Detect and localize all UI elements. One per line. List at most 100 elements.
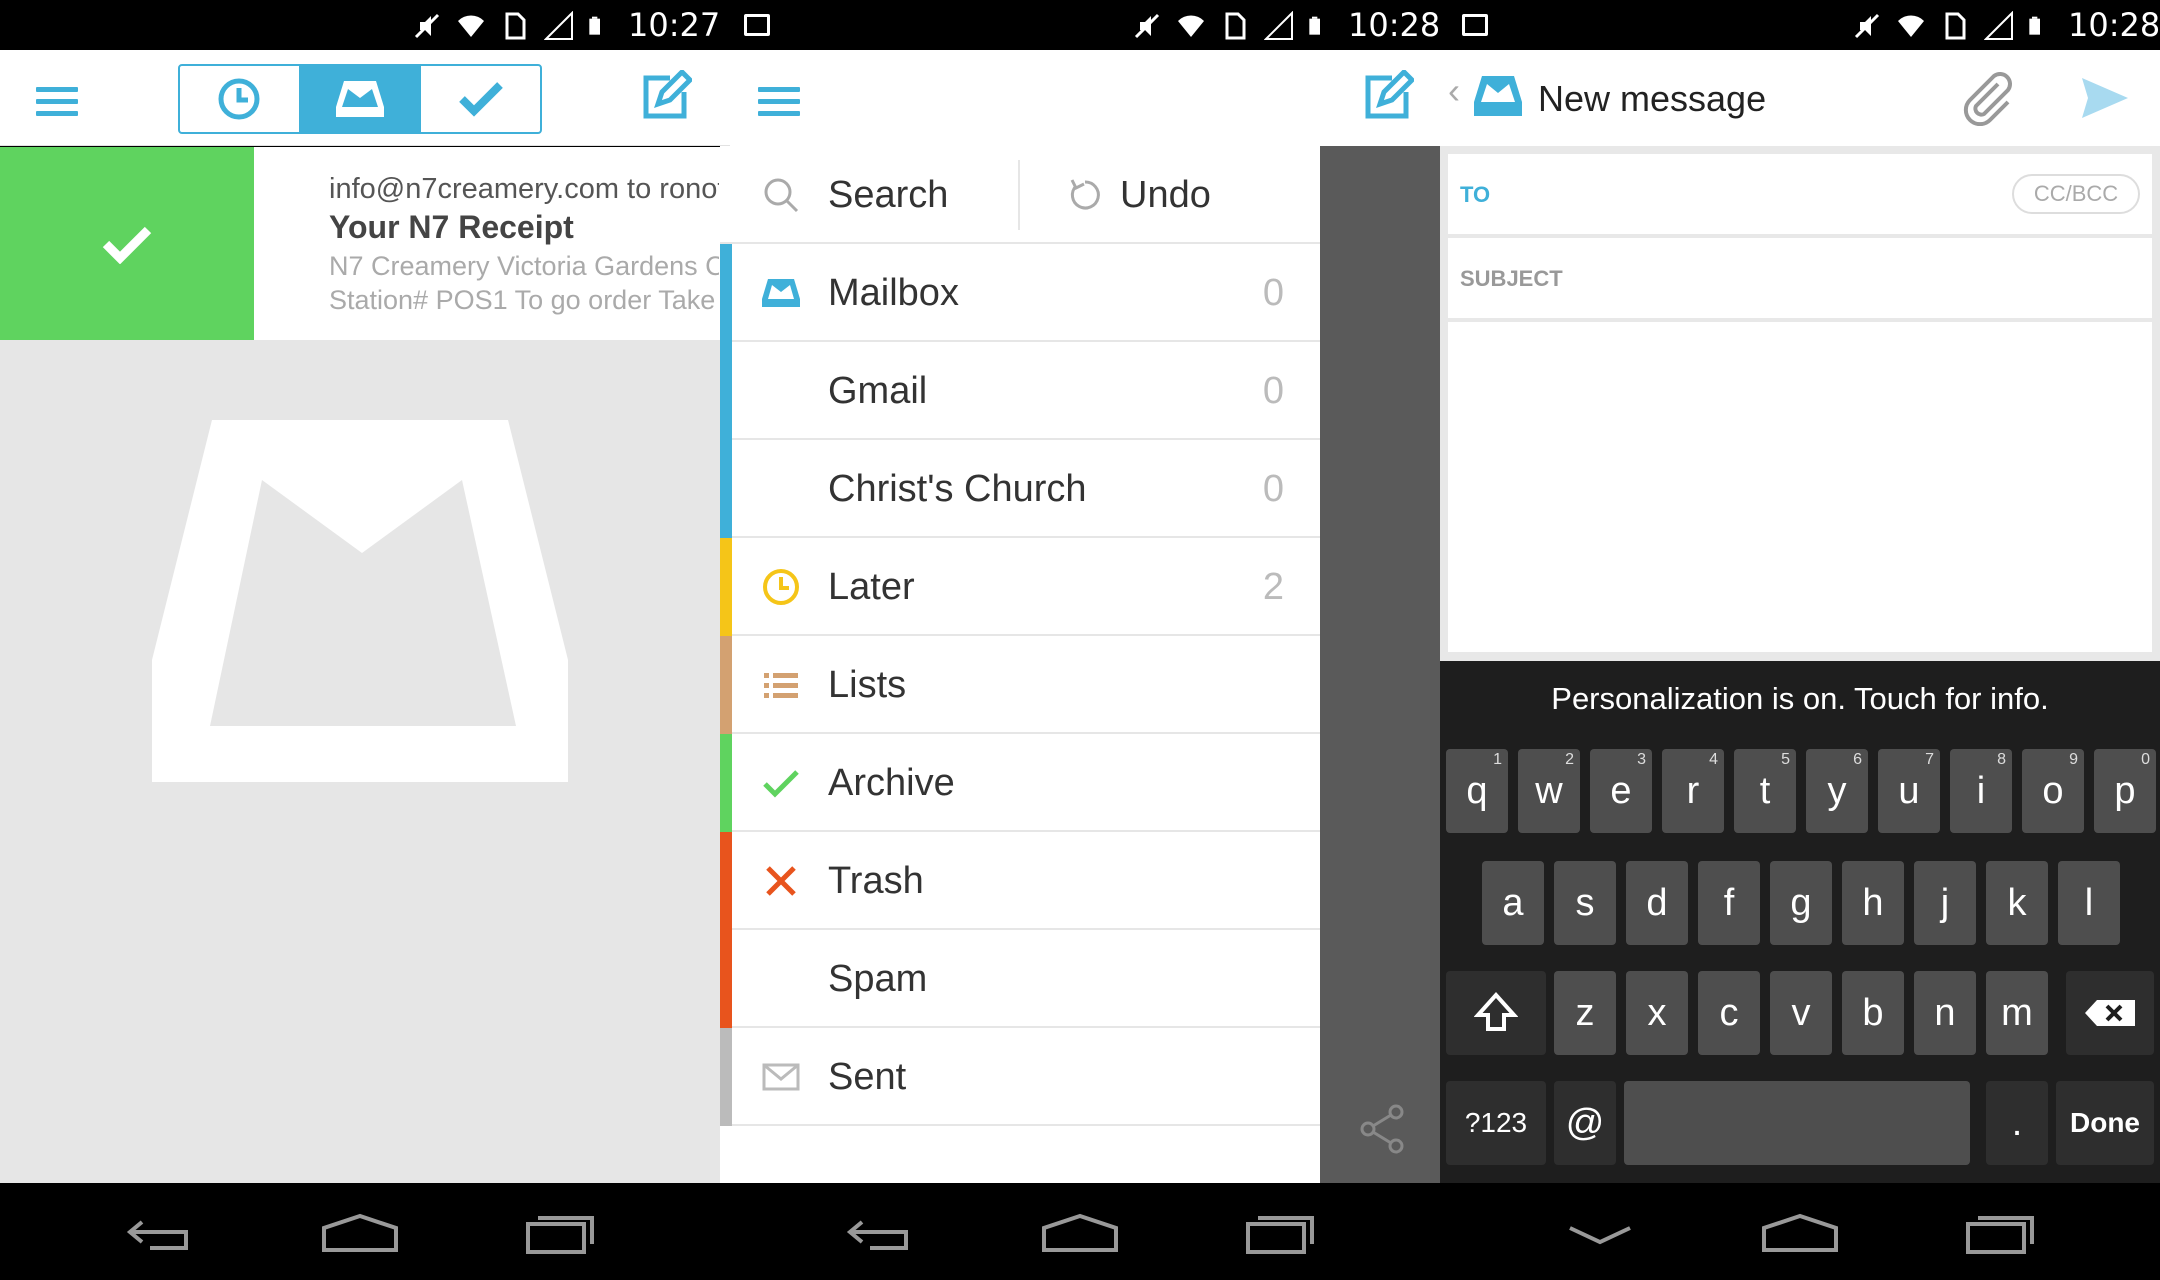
share-icon[interactable] [1358, 1104, 1408, 1154]
key-f[interactable]: f [1698, 861, 1760, 945]
compose-toolbar: ‹ New message [1440, 50, 2160, 146]
key-n[interactable]: n [1914, 971, 1976, 1055]
key-hint: 5 [1781, 751, 1790, 768]
check-icon [763, 770, 799, 798]
key-g[interactable]: g [1770, 861, 1832, 945]
key-h[interactable]: h [1842, 861, 1904, 945]
drawer-item-mailbox[interactable]: Mailbox 0 [720, 244, 1320, 342]
key-p[interactable]: p0 [2094, 749, 2156, 833]
key-q[interactable]: q1 [1446, 749, 1508, 833]
status-icons [412, 10, 608, 42]
key-hint: 6 [1853, 751, 1862, 768]
toolbar [730, 50, 1440, 146]
key-label: l [2084, 881, 2094, 924]
status-bar [0, 0, 2160, 50]
shift-icon [1474, 992, 1518, 1031]
tab-inbox[interactable] [300, 66, 422, 132]
key-y[interactable]: y6 [1806, 749, 1868, 833]
color-bar [720, 930, 732, 1028]
send-icon[interactable] [2080, 74, 2130, 122]
key-label: @ [1565, 1101, 1605, 1144]
drawer-item-label: Christ's Church [828, 468, 1087, 510]
key-b[interactable]: b [1842, 971, 1904, 1055]
drawer-item-sent[interactable]: Sent [720, 1028, 1320, 1126]
signal-icon [1984, 11, 2013, 40]
key-d[interactable]: d [1626, 861, 1688, 945]
key-r[interactable]: r4 [1662, 749, 1724, 833]
key-t[interactable]: t5 [1734, 749, 1796, 833]
keyboard-info[interactable]: Personalization is on. Touch for info. [1440, 681, 2160, 717]
signal-icon [544, 11, 573, 40]
key-i[interactable]: i8 [1950, 749, 2012, 833]
recents-icon[interactable] [1960, 1210, 2040, 1254]
symbols-key[interactable]: ?123 [1446, 1081, 1546, 1165]
menu-icon[interactable] [758, 80, 800, 123]
done-key[interactable]: Done [2056, 1081, 2154, 1165]
key-s[interactable]: s [1554, 861, 1616, 945]
key-a[interactable]: a [1482, 861, 1544, 945]
color-bar [720, 440, 732, 538]
list-item[interactable]: info@n7creamery.com to ronof Your N7 Rec… [0, 147, 730, 340]
key-w[interactable]: w2 [1518, 749, 1580, 833]
key-l[interactable]: l [2058, 861, 2120, 945]
back-icon[interactable] [840, 1210, 920, 1254]
undo-button[interactable]: Undo [1020, 146, 1320, 244]
search-button[interactable]: Search [720, 146, 1020, 244]
message-body-field[interactable] [1448, 322, 2152, 652]
key-label: . [2011, 1101, 2023, 1144]
back-icon[interactable] [120, 1210, 200, 1254]
drawer-item-gmail[interactable]: Gmail 0 [720, 342, 1320, 440]
key-label: c [1719, 991, 1739, 1034]
home-icon[interactable] [1040, 1210, 1120, 1254]
space-key[interactable] [1624, 1081, 1970, 1165]
key-u[interactable]: u7 [1878, 749, 1940, 833]
home-icon[interactable] [320, 1210, 400, 1254]
status-icons [1852, 10, 2048, 42]
shift-key[interactable] [1446, 971, 1546, 1055]
drawer-item-christs-church[interactable]: Christ's Church 0 [720, 440, 1320, 538]
mute-icon [1134, 13, 1160, 39]
key-o[interactable]: o9 [2022, 749, 2084, 833]
key-label: q [1466, 769, 1488, 812]
to-field[interactable]: TO CC/BCC [1448, 154, 2152, 234]
view-switcher [178, 64, 542, 134]
compose-icon[interactable] [640, 70, 692, 122]
key-c[interactable]: c [1698, 971, 1760, 1055]
recents-icon[interactable] [520, 1210, 600, 1254]
key-x[interactable]: x [1626, 971, 1688, 1055]
sim-icon [1945, 12, 1966, 40]
drawer-item-lists[interactable]: Lists [720, 636, 1320, 734]
drawer-item-count: 0 [1262, 370, 1284, 412]
home-icon[interactable] [1760, 1210, 1840, 1254]
drawer-item-trash[interactable]: Trash [720, 832, 1320, 930]
drawer-item-spam[interactable]: Spam [720, 930, 1320, 1028]
key-at[interactable]: @ [1554, 1081, 1616, 1165]
menu-icon[interactable] [36, 80, 78, 123]
drawer-item-archive[interactable]: Archive [720, 734, 1320, 832]
key-period[interactable]: . [1986, 1081, 2048, 1165]
recents-icon[interactable] [1240, 1210, 1320, 1254]
mailbox-icon[interactable] [1474, 74, 1522, 118]
subject-field[interactable]: SUBJECT [1448, 238, 2152, 318]
attachment-icon[interactable] [1960, 70, 2016, 126]
key-j[interactable]: j [1914, 861, 1976, 945]
key-v[interactable]: v [1770, 971, 1832, 1055]
tab-done[interactable] [421, 66, 540, 132]
drawer-item-later[interactable]: Later 2 [720, 538, 1320, 636]
status-time: 10:27 [628, 6, 721, 44]
key-m[interactable]: m [1986, 971, 2048, 1055]
search-icon [764, 178, 799, 213]
tab-later[interactable] [180, 66, 301, 132]
backspace-key[interactable] [2066, 971, 2154, 1055]
status-time: 10:28 [2068, 6, 2160, 44]
key-z[interactable]: z [1554, 971, 1616, 1055]
ccbcc-button[interactable]: CC/BCC [2012, 174, 2140, 214]
key-k[interactable]: k [1986, 861, 2048, 945]
image-notification-icon [1462, 14, 1488, 36]
key-e[interactable]: e3 [1590, 749, 1652, 833]
undo-label: Undo [1120, 174, 1211, 216]
compose-icon[interactable] [1362, 70, 1414, 122]
archive-swipe [0, 147, 254, 340]
back-chevron-icon[interactable]: ‹ [1448, 70, 1460, 112]
hide-keyboard-icon[interactable] [1560, 1210, 1640, 1254]
